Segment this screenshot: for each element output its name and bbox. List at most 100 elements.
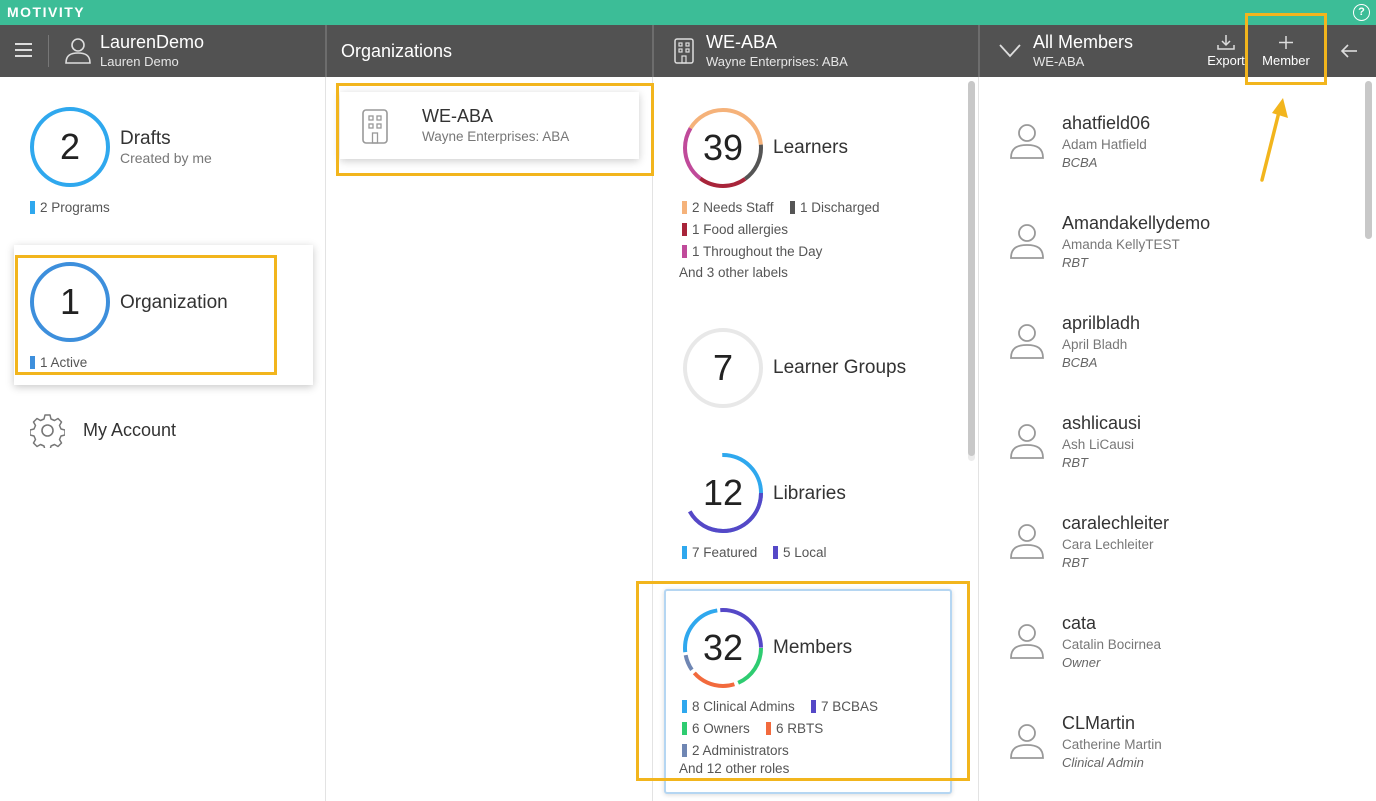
- nav-column: 2 Drafts Created by me 2 Programs 1 Orga…: [0, 77, 326, 801]
- members-scrollbar-thumb[interactable]: [1365, 81, 1372, 239]
- members-more-roles: And 12 other roles: [679, 761, 790, 776]
- member-username: CLMartin: [1062, 713, 1136, 733]
- learner-groups-ring: 7: [682, 327, 764, 409]
- member-role: BCBA: [1062, 355, 1098, 370]
- avatar-icon: [1010, 224, 1044, 259]
- export-button[interactable]: Export: [1206, 34, 1246, 68]
- organizations-column: WE-ABA Wayne Enterprises: ABA: [327, 77, 654, 801]
- member-full-name: Cara Lechleiter: [1062, 537, 1154, 552]
- summary-scrollbar-thumb[interactable]: [968, 81, 975, 456]
- organizations-heading: Organizations: [341, 41, 453, 61]
- hamburger-menu-icon[interactable]: [15, 43, 32, 57]
- org-header-code: WE-ABA: [706, 32, 778, 52]
- libraries-ring: 12: [682, 452, 764, 534]
- my-account-label: My Account: [83, 420, 177, 440]
- brand-logo: MOTIVITY: [7, 4, 86, 20]
- libraries-tag: 5 Local: [773, 545, 827, 560]
- member-row[interactable]: ashlicausi Ash LiCausi RBT: [980, 405, 1360, 495]
- members-card[interactable]: 32 Members 8 Clinical Admins 7 BCBAS 6 O…: [664, 589, 952, 794]
- learners-card[interactable]: 39 Learners 2 Needs Staff 1 Discharged 1…: [654, 77, 964, 292]
- org-summary-column: 39 Learners 2 Needs Staff 1 Discharged 1…: [636, 77, 979, 801]
- user-display-name[interactable]: LaurenDemo: [100, 32, 204, 53]
- learners-tag: 1 Food allergies: [682, 222, 788, 237]
- learners-ring: 39: [682, 107, 764, 189]
- organization-count: 1: [59, 281, 81, 322]
- learner-groups-count: 7: [712, 347, 734, 388]
- members-header-title[interactable]: All Members: [1033, 32, 1133, 53]
- learners-tag: 1 Discharged: [790, 200, 880, 215]
- organization-title: Organization: [120, 292, 228, 313]
- learners-count: 39: [702, 127, 744, 168]
- member-username: ashlicausi: [1062, 413, 1142, 433]
- member-username: caralechleiter: [1062, 513, 1170, 533]
- learners-tag: 1 Throughout the Day: [682, 244, 822, 259]
- header-org-section: WE-ABA Wayne Enterprises: ABA: [654, 25, 980, 77]
- learners-tag: 2 Needs Staff: [682, 200, 774, 215]
- user-icon[interactable]: [64, 36, 92, 64]
- member-role: RBT: [1062, 555, 1088, 570]
- drafts-subtitle: Created by me: [120, 150, 212, 166]
- brand-bar: MOTIVITY ?: [0, 0, 1376, 25]
- libraries-card[interactable]: 12 Libraries 7 Featured 5 Local: [654, 442, 964, 572]
- add-member-label: Member: [1262, 53, 1310, 68]
- libraries-count: 12: [702, 472, 744, 513]
- member-full-name: April Bladh: [1062, 337, 1128, 352]
- members-list-column: ahatfield06 Adam Hatfield BCBA Amandakellyd…: [980, 77, 1376, 801]
- members-title: Members: [773, 637, 853, 658]
- avatar-icon: [1010, 424, 1044, 459]
- members-ring: 32: [682, 607, 764, 689]
- header-organizations-section: Organizations: [327, 25, 654, 77]
- member-username: aprilbladh: [1062, 313, 1141, 333]
- member-full-name: Ash LiCausi: [1062, 437, 1135, 452]
- avatar-icon: [1010, 724, 1044, 759]
- member-row[interactable]: CLMartin Catherine Martin Clinical Admin: [980, 705, 1360, 795]
- export-label: Export: [1207, 53, 1245, 68]
- learner-groups-card[interactable]: 7 Learner Groups: [654, 317, 964, 417]
- members-role-tag: 2 Administrators: [682, 743, 789, 758]
- add-member-button[interactable]: Member: [1258, 34, 1314, 68]
- app-header: LaurenDemo Lauren Demo Organizations WE-…: [0, 25, 1376, 77]
- plus-icon: [1279, 36, 1293, 49]
- member-row[interactable]: cata Catalin Bocirnea Owner: [980, 605, 1360, 695]
- members-header-org: WE-ABA: [1033, 54, 1085, 69]
- members-role-tag: 6 RBTS: [766, 721, 823, 736]
- organization-code: WE-ABA: [422, 106, 494, 126]
- member-row[interactable]: caralechleiter Cara Lechleiter RBT: [980, 505, 1360, 595]
- members-count: 32: [702, 627, 744, 668]
- member-role: RBT: [1062, 455, 1088, 470]
- chevron-down-icon[interactable]: [999, 44, 1021, 58]
- avatar-icon: [1010, 524, 1044, 559]
- building-icon: [362, 109, 388, 144]
- help-icon[interactable]: ?: [1353, 4, 1370, 21]
- drafts-card[interactable]: 2 Drafts Created by me 2 Programs: [0, 77, 326, 227]
- organization-name: Wayne Enterprises: ABA: [422, 129, 570, 144]
- libraries-title: Libraries: [773, 483, 846, 504]
- organization-active-tag: 1 Active: [30, 355, 87, 370]
- member-row[interactable]: aprilbladh April Bladh BCBA: [980, 305, 1360, 395]
- member-username: ahatfield06: [1062, 113, 1151, 133]
- drafts-ring: 2: [29, 106, 111, 188]
- organization-card[interactable]: 1 Organization 1 Active: [14, 245, 313, 385]
- members-role-tag: 7 BCBAS: [811, 699, 878, 714]
- avatar-icon: [1010, 324, 1044, 359]
- tag-swatch: [682, 201, 687, 214]
- drafts-programs-tag: 2 Programs: [30, 200, 110, 215]
- member-role: BCBA: [1062, 155, 1098, 170]
- libraries-tag: 7 Featured: [682, 545, 757, 560]
- back-arrow-icon[interactable]: [1340, 43, 1358, 59]
- organization-list-item[interactable]: WE-ABA Wayne Enterprises: ABA: [340, 92, 639, 159]
- member-full-name: Adam Hatfield: [1062, 137, 1147, 152]
- member-row[interactable]: Amandakellydemo Amanda KellyTEST RBT: [980, 205, 1360, 295]
- learner-groups-title: Learner Groups: [773, 357, 907, 378]
- members-role-tag: 8 Clinical Admins: [682, 699, 795, 714]
- member-full-name: Amanda KellyTEST: [1062, 237, 1180, 252]
- header-user-section: LaurenDemo Lauren Demo: [0, 25, 327, 77]
- avatar-icon: [1010, 624, 1044, 659]
- my-account-link[interactable]: My Account: [30, 413, 310, 449]
- member-username: Amandakellydemo: [1062, 213, 1211, 233]
- gear-icon: [30, 414, 65, 448]
- org-header-name: Wayne Enterprises: ABA: [706, 54, 848, 69]
- header-divider: [48, 35, 49, 67]
- member-row[interactable]: ahatfield06 Adam Hatfield BCBA: [980, 105, 1360, 195]
- learners-title: Learners: [773, 137, 848, 158]
